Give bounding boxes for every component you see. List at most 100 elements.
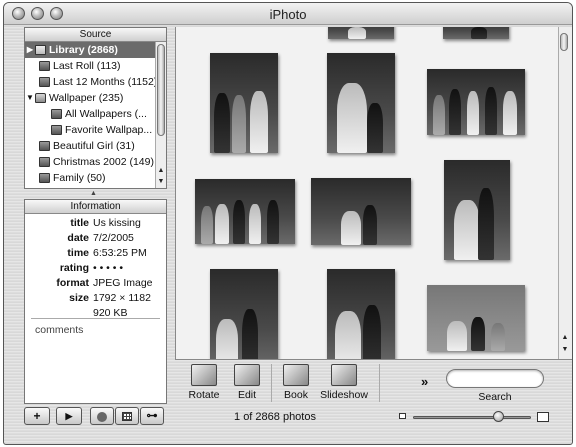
source-item[interactable]: Last 12 Months (1152) <box>25 74 155 90</box>
zoom-slider[interactable] <box>413 416 531 419</box>
photo-scrollbar[interactable]: ▲ ▼ <box>558 27 572 359</box>
photo-thumbnail[interactable] <box>210 269 278 359</box>
folder-icon <box>35 93 46 104</box>
photo-count: 1 of 2868 photos <box>234 411 316 423</box>
photo-thumbnail[interactable] <box>444 160 510 260</box>
photo-scroll-thumb[interactable] <box>560 33 568 51</box>
photo-thumbnail[interactable] <box>195 179 295 244</box>
source-item-label: Christmas 2002 (149) <box>53 156 154 168</box>
photo-thumbnail[interactable] <box>210 53 278 153</box>
source-item[interactable]: ▶ Library (2868) <box>25 42 155 58</box>
info-row: size 1792 × 1182 <box>25 291 166 306</box>
source-scroll-thumb[interactable] <box>157 44 165 136</box>
source-item-label: Family (50) <box>53 172 106 184</box>
photo-thumbnail[interactable] <box>311 178 411 245</box>
comments-field[interactable]: comments <box>35 324 83 336</box>
photo-thumbnail[interactable] <box>327 53 395 153</box>
zoom-slider-knob[interactable] <box>492 411 504 422</box>
rotate-button[interactable]: Rotate <box>187 362 221 401</box>
info-value[interactable]: Us kissing <box>93 216 141 231</box>
info-key: time <box>67 247 89 259</box>
info-value: 6:53:25 PM <box>93 247 147 259</box>
slideshow-button[interactable]: Slideshow <box>319 362 369 401</box>
source-item-label: Last Roll (113) <box>53 60 121 72</box>
info-key: date <box>67 232 89 244</box>
info-key: rating <box>59 262 89 274</box>
photo-thumbnail[interactable] <box>328 27 394 39</box>
photo-thumbnail[interactable] <box>327 269 395 359</box>
title-bar[interactable]: iPhoto <box>4 3 572 25</box>
disclosure-triangle-icon[interactable]: ▶ <box>25 42 35 58</box>
rotate-icon <box>191 364 217 386</box>
divider <box>31 318 160 319</box>
source-item-label: Last 12 Months (1152) <box>53 76 155 88</box>
source-item-label: All Wallpapers (... <box>65 108 147 120</box>
iphoto-window: iPhoto Source ▶ Library (2868) Last Roll (… <box>3 2 573 445</box>
scroll-down-arrow-icon[interactable]: ▼ <box>560 345 570 355</box>
search-input[interactable] <box>446 369 544 388</box>
play-slideshow-button[interactable]: ▶ <box>56 407 82 425</box>
info-key: size <box>69 292 89 304</box>
disclosure-triangle-icon[interactable]: ▼ <box>25 90 35 106</box>
scroll-up-arrow-icon[interactable]: ▲ <box>156 166 166 176</box>
info-row: title Us kissing <box>25 216 166 231</box>
divider <box>271 364 272 402</box>
rotate-label: Rotate <box>188 389 220 401</box>
calendar-icon <box>39 77 50 88</box>
information-body: title Us kissing date 7/2/2005 time 6:53:25 P… <box>25 216 166 321</box>
source-scrollbar[interactable]: ▲ ▼ <box>155 42 166 188</box>
info-value[interactable]: • • • • • <box>93 261 123 276</box>
window-title: iPhoto <box>269 7 307 22</box>
photo-thumbnail[interactable] <box>427 285 525 351</box>
panel-splitter-icon[interactable]: ▲ <box>90 190 97 197</box>
keyword-toggle-button[interactable]: ⊶ <box>140 407 164 425</box>
slideshow-label: Slideshow <box>320 389 368 401</box>
info-value: 1792 × 1182 <box>93 292 151 304</box>
divider <box>379 364 380 402</box>
info-toggle-button[interactable] <box>90 407 114 425</box>
source-item-label: Library (2868) <box>49 44 118 56</box>
library-icon <box>35 45 46 56</box>
search-label: Search <box>478 391 512 403</box>
album-icon <box>39 157 50 168</box>
source-item-label: Beautiful Girl (31) <box>53 140 135 152</box>
info-key: format <box>56 277 89 289</box>
more-tools-chevron-icon[interactable]: » <box>421 374 428 389</box>
source-item[interactable]: Beautiful Girl (31) <box>25 138 155 154</box>
source-item[interactable]: All Wallpapers (... <box>25 106 155 122</box>
source-item[interactable]: Home-made Food (6) <box>25 186 155 188</box>
book-icon <box>283 364 309 386</box>
info-row: date 7/2/2005 <box>25 231 166 246</box>
book-label: Book <box>284 389 308 401</box>
photo-grid[interactable] <box>175 27 558 359</box>
info-value: JPEG Image <box>93 277 153 289</box>
source-item[interactable]: Favorite Wallpap... <box>25 122 155 138</box>
album-icon <box>51 125 62 136</box>
film-roll-icon <box>39 61 50 72</box>
album-icon <box>39 173 50 184</box>
scroll-up-arrow-icon[interactable]: ▲ <box>560 333 570 343</box>
source-item-label: Wallpaper (235) <box>49 92 124 104</box>
source-item[interactable]: Christmas 2002 (149) <box>25 154 155 170</box>
photo-thumbnail[interactable] <box>427 69 525 135</box>
source-list: ▶ Library (2868) Last Roll (113) Last 12 Mo… <box>25 42 155 188</box>
scroll-down-arrow-icon[interactable]: ▼ <box>156 177 166 187</box>
source-item[interactable]: Family (50) <box>25 170 155 186</box>
source-header: Source <box>25 28 166 42</box>
source-item[interactable]: ▼ Wallpaper (235) <box>25 90 155 106</box>
info-row: format JPEG Image <box>25 276 166 291</box>
edit-button[interactable]: Edit <box>232 362 262 401</box>
photo-thumbnail[interactable] <box>443 27 509 39</box>
information-header: Information <box>25 200 166 214</box>
info-key: title <box>70 217 89 229</box>
add-album-button[interactable]: + <box>24 407 50 425</box>
info-value: 7/2/2005 <box>93 232 134 244</box>
album-icon <box>39 141 50 152</box>
source-item[interactable]: Last Roll (113) <box>25 58 155 74</box>
edit-label: Edit <box>237 389 257 401</box>
zoom-large-icon[interactable] <box>537 412 549 422</box>
edit-icon <box>234 364 260 386</box>
book-button[interactable]: Book <box>281 362 311 401</box>
calendar-toggle-button[interactable] <box>115 407 139 425</box>
zoom-small-icon[interactable] <box>399 413 406 419</box>
